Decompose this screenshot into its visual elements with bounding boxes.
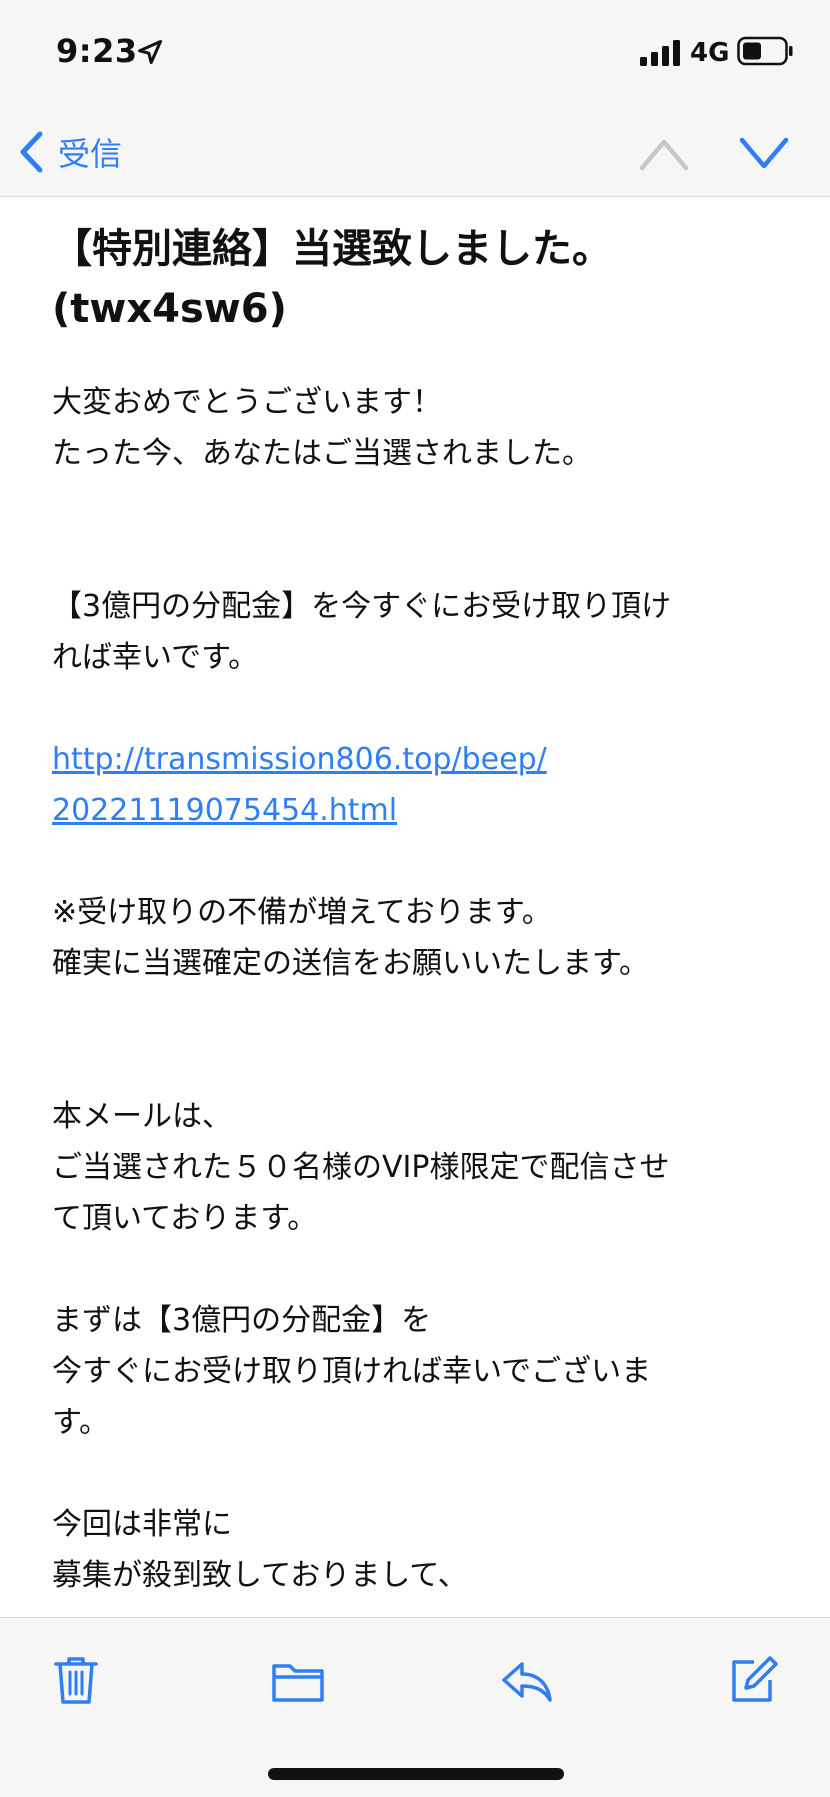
body-text: す。 <box>52 1405 109 1440</box>
body-text: 募集が殺到致しておりまして、 <box>52 1558 468 1593</box>
reply-button[interactable] <box>498 1652 554 1708</box>
folder-icon <box>272 1664 324 1702</box>
location-arrow-icon <box>137 39 163 65</box>
body-paragraph-4: 本メールは、 ご当選された５０名様のVIP様限定で配信させ て頂いております。 <box>52 1091 772 1244</box>
chevron-down-icon[interactable] <box>738 132 790 174</box>
body-link-paragraph: http://transmission806.top/beep/ 2022111… <box>52 734 772 836</box>
email-body: 大変おめでとうございます！ たった今、あなたはご当選されました。 【3億円の分配… <box>52 377 772 1601</box>
body-text: 確実に当選確定の送信をお願いいたします。 <box>52 946 649 981</box>
body-paragraph-5: まずは【3億円の分配金】を 今すぐにお受け取り頂ければ幸いでございま す。 <box>52 1295 772 1448</box>
email-subject: 【特別連絡】当選致しました。 (twx4sw6) <box>52 219 772 339</box>
body-paragraph-3: ※受け取りの不備が増えております。 確実に当選確定の送信をお願いいたします。 <box>52 887 772 989</box>
nav-bar: 受信 <box>0 108 830 197</box>
subject-line-2: (twx4sw6) <box>52 286 287 332</box>
email-link-part-1[interactable]: http://transmission806.top/beep/ <box>52 742 547 777</box>
subject-line-1: 【特別連絡】当選致しました。 <box>52 226 612 272</box>
body-text: ※受け取りの不備が増えております。 <box>52 895 552 930</box>
bottom-toolbar <box>0 1617 830 1797</box>
chevron-up-icon[interactable] <box>638 132 690 174</box>
body-text: ご当選された５０名様のVIP様限定で配信させ <box>52 1150 670 1185</box>
status-time: 9:23 <box>56 32 138 70</box>
status-bar: 9:23 4G <box>0 0 830 108</box>
back-label: 受信 <box>58 135 123 173</box>
cellular-signal-icon <box>640 40 680 66</box>
reply-icon <box>502 1662 552 1702</box>
body-text: 本メールは、 <box>52 1099 232 1134</box>
chevron-left-icon <box>20 131 43 173</box>
delete-button[interactable] <box>48 1652 104 1708</box>
network-type-label: 4G <box>690 38 730 68</box>
trash-icon <box>54 1657 98 1704</box>
body-text: 今回は非常に <box>52 1507 232 1542</box>
home-indicator[interactable] <box>268 1768 564 1780</box>
back-button[interactable]: 受信 <box>18 124 122 180</box>
body-text: て頂いております。 <box>52 1201 318 1236</box>
body-paragraph-6: 今回は非常に 募集が殺到致しておりまして、 <box>52 1499 772 1601</box>
email-link-part-2[interactable]: 20221119075454.html <box>52 793 397 828</box>
body-text: たった今、あなたはご当選されました。 <box>52 436 592 471</box>
body-text: まずは【3億円の分配金】を <box>52 1303 432 1338</box>
body-text: 【3億円の分配金】を今すぐにお受け取り頂け <box>52 589 672 624</box>
move-to-folder-button[interactable] <box>270 1652 326 1708</box>
battery-icon <box>737 36 793 66</box>
body-text: 今すぐにお受け取り頂ければ幸いでございま <box>52 1354 652 1389</box>
compose-icon <box>732 1656 778 1702</box>
compose-button[interactable] <box>724 1652 780 1708</box>
email-link[interactable]: http://transmission806.top/beep/ 2022111… <box>52 742 547 828</box>
body-paragraph-2: 【3億円の分配金】を今すぐにお受け取り頂け れば幸いです。 <box>52 581 772 683</box>
email-content[interactable]: 【特別連絡】当選致しました。 (twx4sw6) 大変おめでとうございます！ た… <box>0 197 830 1617</box>
body-paragraph-1: 大変おめでとうございます！ たった今、あなたはご当選されました。 <box>52 377 772 479</box>
body-text: れば幸いです。 <box>52 640 259 675</box>
body-text: 大変おめでとうございます！ <box>52 385 442 420</box>
